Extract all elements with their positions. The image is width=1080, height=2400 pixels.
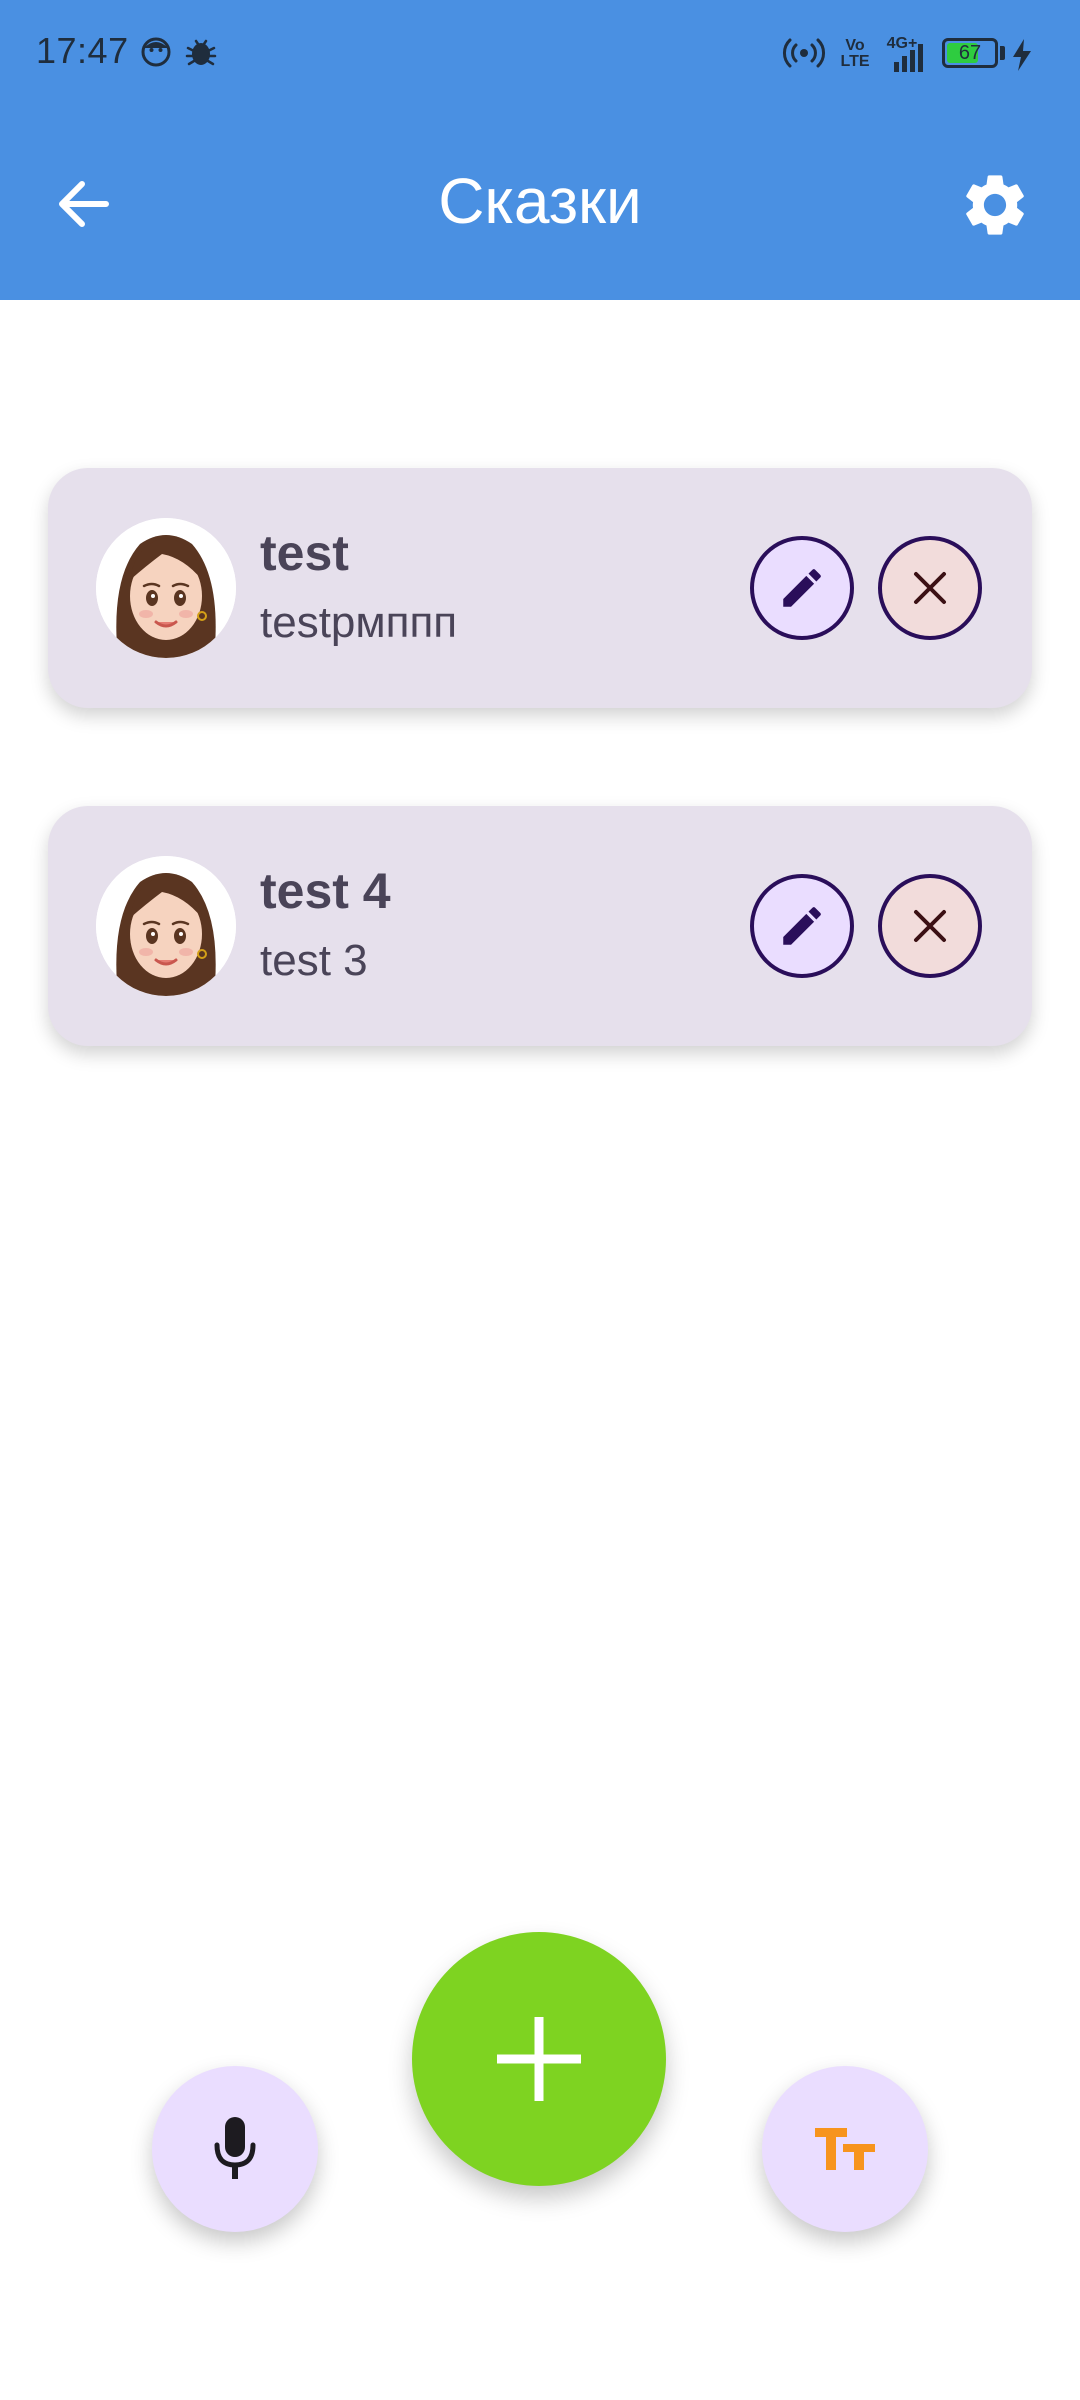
tale-title: test bbox=[260, 525, 349, 581]
signal-icon bbox=[888, 42, 932, 77]
add-tale-button[interactable] bbox=[412, 1932, 666, 2186]
arrow-left-icon bbox=[59, 181, 109, 227]
plus-icon bbox=[497, 2017, 581, 2101]
close-icon bbox=[914, 910, 946, 942]
hotspot-icon bbox=[782, 36, 826, 75]
app-bar: 17:47 Vo LTE 4G+ 67 Сказки bbox=[0, 0, 1080, 300]
text-size-icon bbox=[815, 2128, 875, 2170]
back-button[interactable] bbox=[50, 170, 118, 238]
gear-icon bbox=[966, 175, 1024, 235]
delete-button[interactable] bbox=[878, 874, 982, 978]
girl-avatar bbox=[96, 856, 236, 996]
status-time: 17:47 bbox=[36, 30, 129, 71]
delete-button[interactable] bbox=[878, 536, 982, 640]
edit-button[interactable] bbox=[750, 874, 854, 978]
face-icon bbox=[140, 36, 172, 73]
battery-icon: 67 bbox=[942, 38, 998, 68]
tale-card[interactable]: test 4 test 3 bbox=[48, 806, 1032, 1046]
tale-subtitle: testрмппп bbox=[260, 598, 458, 647]
page-title: Сказки bbox=[438, 165, 642, 237]
close-icon bbox=[914, 572, 946, 604]
voice-input-button[interactable] bbox=[152, 2066, 318, 2232]
charging-icon bbox=[1010, 38, 1034, 77]
status-bar: 17:47 Vo LTE 4G+ 67 bbox=[0, 0, 1080, 108]
girl-avatar bbox=[96, 518, 236, 658]
battery-tip bbox=[1000, 46, 1005, 60]
pencil-icon bbox=[783, 569, 821, 607]
text-size-button[interactable] bbox=[762, 2066, 928, 2232]
pencil-icon bbox=[783, 907, 821, 945]
volte-label: Vo LTE bbox=[840, 37, 870, 70]
bug-icon bbox=[184, 36, 218, 73]
microphone-icon bbox=[214, 2117, 256, 2179]
edit-button[interactable] bbox=[750, 536, 854, 640]
tale-subtitle: test 3 bbox=[260, 936, 368, 985]
tale-card[interactable]: test testрмппп bbox=[48, 468, 1032, 708]
settings-button[interactable] bbox=[958, 168, 1032, 242]
tale-title: test 4 bbox=[260, 863, 391, 919]
